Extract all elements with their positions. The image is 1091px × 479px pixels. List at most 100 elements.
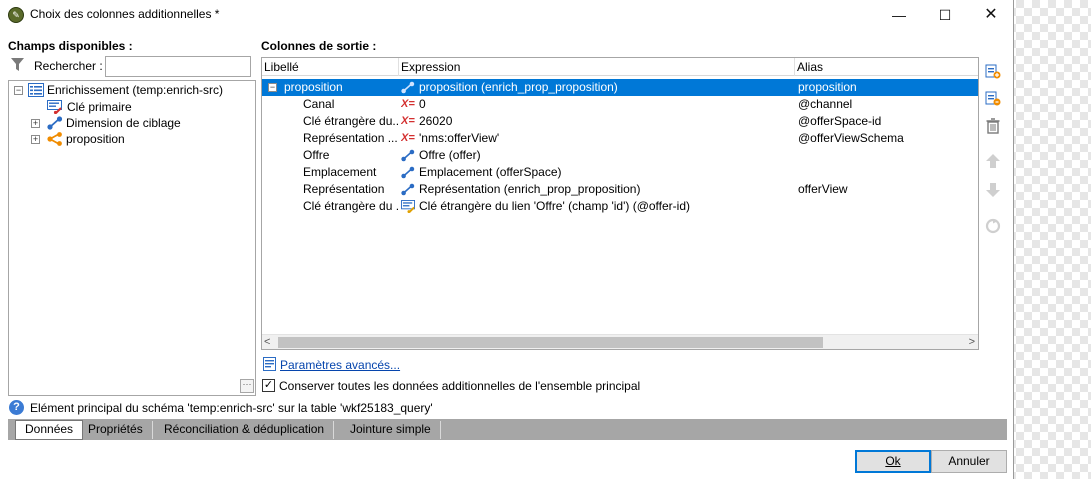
row-expression: Emplacement (offerSpace) — [419, 165, 562, 179]
advanced-settings-icon — [263, 357, 276, 371]
scroll-right-icon[interactable]: > — [969, 335, 975, 349]
search-label: Rechercher : — [34, 59, 103, 73]
table-row[interactable]: Offre Offre (offer) — [262, 147, 978, 164]
row-expression: Clé étrangère du lien 'Offre' (champ 'id… — [419, 199, 691, 213]
row-expression: 26020 — [419, 114, 453, 128]
tab-donnees[interactable]: Données — [15, 420, 84, 440]
row-label: Clé étrangère du ... — [303, 199, 399, 213]
collapse-icon[interactable]: − — [268, 83, 277, 92]
link-icon — [401, 81, 415, 94]
maximize-button[interactable]: ☐ — [922, 0, 968, 30]
scrollbar-thumb[interactable] — [278, 337, 823, 348]
column-header-expression[interactable]: Expression — [399, 58, 795, 76]
table-row[interactable]: Canal X= 0 @channel — [262, 96, 978, 113]
add-column-icon[interactable] — [984, 62, 1002, 80]
row-expression: proposition (enrich_prop_proposition) — [419, 80, 618, 94]
link-icon — [47, 116, 63, 130]
tree-item-label: Clé primaire — [67, 100, 132, 114]
move-down-icon[interactable] — [984, 181, 1002, 199]
table-row[interactable]: Clé étrangère du ... Clé étrangère du li… — [262, 198, 978, 215]
scroll-left-icon[interactable]: < — [264, 335, 270, 349]
table-row[interactable]: Clé étrangère du... X= 26020 @offerSpace… — [262, 113, 978, 130]
tab-bar: Données Propriétés Réconciliation & dédu… — [8, 419, 1007, 440]
available-fields-heading: Champs disponibles : — [8, 39, 133, 53]
title-bar: ✎ Choix des colonnes additionnelles * — … — [0, 0, 1014, 30]
row-alias: @offerViewSchema — [798, 131, 904, 145]
share-icon — [47, 132, 62, 146]
delete-icon[interactable] — [984, 117, 1002, 135]
table-row[interactable]: Représentation Représentation (enrich_pr… — [262, 181, 978, 198]
row-label: Canal — [303, 97, 335, 111]
row-expression: 0 — [419, 97, 426, 111]
move-up-icon[interactable] — [984, 152, 1002, 170]
close-button[interactable]: ✕ — [968, 0, 1014, 30]
row-alias — [798, 147, 978, 164]
cancel-button-label: Annuler — [948, 454, 990, 468]
link-icon — [401, 183, 415, 196]
row-alias: @channel — [798, 97, 853, 111]
tree-item-label: Dimension de ciblage — [66, 116, 181, 130]
horizontal-scrollbar[interactable]: < > — [262, 334, 978, 349]
row-alias: offerView — [798, 182, 848, 196]
available-fields-tree[interactable]: − Enrichissement (temp:enrich-src) Clé p… — [8, 80, 256, 396]
link-icon — [401, 166, 415, 179]
expand-icon[interactable]: + — [31, 135, 40, 144]
row-label: Représentation — [303, 182, 385, 196]
expression-icon: X= — [401, 98, 415, 110]
collapse-icon[interactable]: − — [14, 86, 23, 95]
add-column-alt-icon[interactable] — [984, 89, 1002, 107]
row-expression: 'nms:offerView' — [419, 131, 500, 145]
link-icon — [401, 149, 415, 162]
row-label: Emplacement — [303, 165, 377, 179]
grid-header: Libellé Expression Alias — [262, 58, 978, 76]
tab-reconciliation[interactable]: Réconciliation & déduplication — [155, 421, 335, 439]
column-header-alias[interactable]: Alias — [795, 58, 978, 76]
row-alias: proposition — [798, 80, 857, 94]
row-alias: @offerSpace-id — [798, 114, 882, 128]
primary-key-icon — [47, 100, 62, 114]
search-input[interactable] — [105, 56, 251, 77]
refresh-icon[interactable] — [984, 217, 1002, 235]
dialog-window: ✎ Choix des colonnes additionnelles * — … — [0, 0, 1014, 479]
row-expression: Offre (offer) — [419, 148, 481, 162]
expression-icon: X= — [401, 115, 415, 127]
filter-icon — [11, 58, 24, 71]
list-icon — [28, 83, 44, 97]
row-label: Représentation ... — [303, 131, 398, 145]
output-columns-grid[interactable]: Libellé Expression Alias − proposition p… — [261, 57, 979, 350]
tree-item-label: proposition — [66, 132, 125, 146]
row-label: Clé étrangère du... — [303, 114, 399, 128]
tree-item-targeting-dimension[interactable]: + Dimension de ciblage — [9, 115, 255, 132]
output-columns-heading: Colonnes de sortie : — [261, 39, 377, 53]
expand-icon[interactable]: + — [31, 119, 40, 128]
tab-jointure-simple[interactable]: Jointure simple — [341, 421, 441, 439]
column-header-label[interactable]: Libellé — [262, 58, 399, 76]
expression-icon: X= — [401, 132, 415, 144]
tree-item-enrichissement[interactable]: − Enrichissement (temp:enrich-src) — [9, 82, 255, 99]
table-row[interactable]: − proposition proposition (enrich_prop_p… — [262, 79, 978, 96]
tree-item-label: Enrichissement (temp:enrich-src) — [47, 83, 224, 97]
table-row[interactable]: Emplacement Emplacement (offerSpace) — [262, 164, 978, 181]
tree-item-primary-key[interactable]: Clé primaire — [9, 99, 255, 116]
tab-proprietes[interactable]: Propriétés — [79, 421, 153, 439]
advanced-settings-link[interactable]: Paramètres avancés... — [280, 358, 400, 372]
row-alias — [798, 164, 978, 181]
row-label: Offre — [303, 148, 330, 162]
row-expression: Représentation (enrich_prop_proposition) — [419, 182, 641, 196]
app-icon: ✎ — [8, 7, 24, 23]
row-alias — [798, 198, 978, 215]
keep-all-data-checkbox[interactable]: ✓ — [262, 379, 275, 392]
ok-button[interactable]: Ok — [855, 450, 931, 473]
cancel-button[interactable]: Annuler — [931, 450, 1007, 473]
foreign-key-icon — [401, 200, 415, 213]
tree-item-proposition[interactable]: + proposition — [9, 131, 255, 148]
more-options-button[interactable]: ··· — [240, 379, 254, 393]
row-label: proposition — [284, 80, 343, 94]
info-icon: ? — [9, 400, 24, 415]
window-title: Choix des colonnes additionnelles * — [30, 7, 220, 21]
minimize-button[interactable]: — — [876, 0, 922, 30]
ok-button-label: Ok — [885, 454, 901, 468]
table-row[interactable]: Représentation ... X= 'nms:offerView' @o… — [262, 130, 978, 147]
status-text: Elément principal du schéma 'temp:enrich… — [30, 401, 433, 415]
keep-all-data-label: Conserver toutes les données additionnel… — [279, 379, 641, 393]
